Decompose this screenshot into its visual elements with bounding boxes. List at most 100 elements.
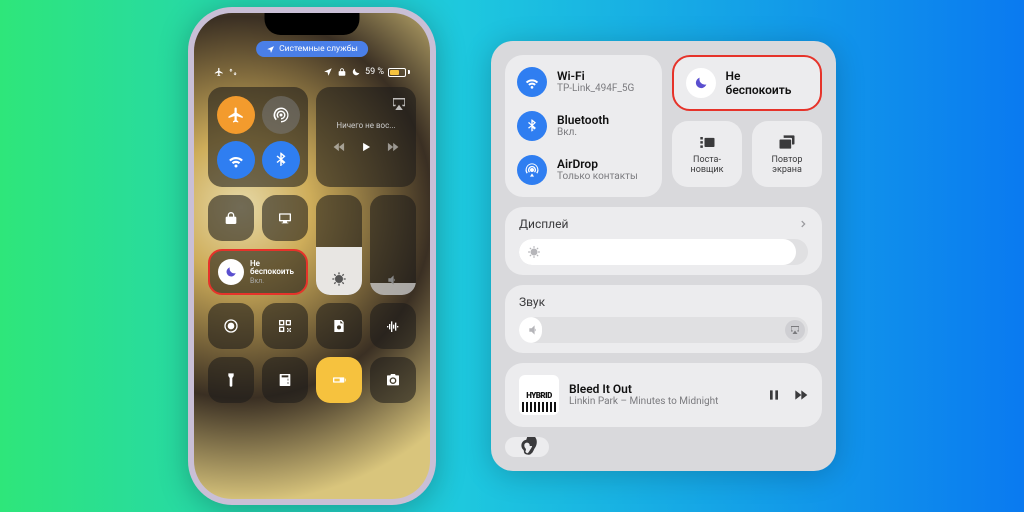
moon-icon bbox=[693, 75, 709, 91]
volume-icon bbox=[527, 323, 541, 337]
location-icon bbox=[266, 45, 275, 54]
track-title: Bleed It Out bbox=[569, 382, 756, 396]
sun-icon bbox=[331, 271, 347, 287]
screen-mirror-button[interactable]: Повтор экрана bbox=[752, 121, 822, 187]
track-artist: Linkin Park – Minutes to Midnight bbox=[569, 396, 756, 408]
camera-tile[interactable] bbox=[370, 357, 416, 403]
focus-tile[interactable]: Не беспокоить Вкл. bbox=[208, 249, 308, 295]
location-pill[interactable]: Системные службы bbox=[256, 41, 368, 57]
cellular-toggle[interactable] bbox=[262, 96, 300, 134]
lock-status-icon bbox=[337, 67, 347, 77]
now-playing-card[interactable]: HYBRID Bleed It Out Linkin Park – Minute… bbox=[505, 363, 822, 427]
bluetooth-row[interactable]: BluetoothВкл. bbox=[517, 111, 650, 141]
play-icon[interactable] bbox=[359, 140, 373, 154]
calculator-tile[interactable] bbox=[262, 357, 308, 403]
chevron-right-icon bbox=[798, 219, 808, 229]
wifi-title: Wi-Fi bbox=[557, 70, 634, 83]
camera-icon bbox=[385, 372, 401, 388]
quicknote-tile[interactable] bbox=[316, 303, 362, 349]
sun-icon bbox=[527, 245, 541, 259]
orientation-lock-tile[interactable] bbox=[208, 195, 254, 241]
stage-manager-button[interactable]: Поста- новщик bbox=[672, 121, 742, 187]
record-icon bbox=[223, 318, 239, 334]
volume-icon bbox=[386, 273, 400, 287]
wifi-icon bbox=[524, 74, 540, 90]
arrows-status-icon bbox=[228, 67, 238, 77]
torch-icon bbox=[223, 372, 239, 388]
iphone-frame: Системные службы 59 % Ничего не вос... bbox=[188, 7, 436, 505]
orientation-lock-icon bbox=[223, 210, 239, 226]
stage-icon bbox=[697, 132, 717, 152]
battery-icon bbox=[388, 68, 410, 77]
note-icon bbox=[331, 318, 347, 334]
bluetooth-toggle[interactable] bbox=[262, 141, 300, 179]
connectivity-group[interactable] bbox=[208, 87, 308, 187]
airplay-icon bbox=[789, 324, 801, 336]
wifi-sub: TP-Link_494F_5G bbox=[557, 83, 634, 94]
display-card[interactable]: Дисплей bbox=[505, 207, 822, 275]
connectivity-card[interactable]: Wi-FiTP-Link_494F_5G BluetoothВкл. AirDr… bbox=[505, 55, 662, 197]
calculator-icon bbox=[277, 372, 293, 388]
qr-tile[interactable] bbox=[262, 303, 308, 349]
pause-icon[interactable] bbox=[766, 387, 782, 403]
shazam-tile[interactable] bbox=[370, 303, 416, 349]
bluetooth-icon bbox=[272, 151, 290, 169]
iphone-screen: Системные службы 59 % Ничего не вос... bbox=[194, 13, 430, 499]
next-icon[interactable] bbox=[385, 140, 399, 154]
wifi-toggle[interactable] bbox=[217, 141, 255, 179]
battery-icon bbox=[331, 372, 347, 388]
hearing-button[interactable] bbox=[505, 437, 549, 457]
sound-label: Звук bbox=[519, 295, 545, 309]
next-icon[interactable] bbox=[792, 387, 808, 403]
airplay-icon[interactable] bbox=[390, 95, 408, 113]
dnd-label: Не беспокоить bbox=[726, 69, 808, 97]
bluetooth-icon bbox=[524, 118, 540, 134]
airdrop-icon bbox=[524, 162, 540, 178]
moon-badge bbox=[218, 259, 244, 285]
moon-status-icon bbox=[351, 67, 361, 77]
wifi-row[interactable]: Wi-FiTP-Link_494F_5G bbox=[517, 67, 650, 97]
display-label: Дисплей bbox=[519, 217, 568, 231]
screens-icon bbox=[777, 132, 797, 152]
ear-icon bbox=[517, 437, 537, 457]
wifi-icon bbox=[227, 151, 245, 169]
mirror-icon bbox=[277, 210, 293, 226]
loc-status-icon bbox=[323, 67, 333, 77]
status-bar: 59 % bbox=[194, 67, 430, 77]
volume-track[interactable] bbox=[519, 317, 808, 343]
prev-icon[interactable] bbox=[333, 140, 347, 154]
airplay-audio-button[interactable] bbox=[785, 320, 805, 340]
bt-sub: Вкл. bbox=[557, 127, 609, 138]
screen-record-tile[interactable] bbox=[208, 303, 254, 349]
sound-card[interactable]: Звук bbox=[505, 285, 822, 353]
airdrop-title: AirDrop bbox=[557, 158, 638, 171]
media-title: Ничего не вос... bbox=[336, 121, 395, 130]
battery-pct: 59 % bbox=[365, 67, 384, 77]
airplane-toggle[interactable] bbox=[217, 96, 255, 134]
media-widget[interactable]: Ничего не вос... bbox=[316, 87, 416, 187]
focus-state: Вкл. bbox=[250, 278, 298, 285]
brightness-track[interactable] bbox=[519, 239, 808, 265]
low-power-tile[interactable] bbox=[316, 357, 362, 403]
flashlight-tile[interactable] bbox=[208, 357, 254, 403]
stage-label: Поста- новщик bbox=[691, 156, 724, 176]
control-center-expanded: Wi-FiTP-Link_494F_5G BluetoothВкл. AirDr… bbox=[491, 41, 836, 471]
qr-icon bbox=[277, 318, 293, 334]
airplane-icon bbox=[227, 106, 245, 124]
notch bbox=[265, 13, 360, 35]
airplane-status-icon bbox=[214, 67, 224, 77]
cellular-icon bbox=[272, 106, 290, 124]
pill-label: Системные службы bbox=[279, 44, 358, 54]
wave-icon bbox=[385, 318, 401, 334]
bt-title: Bluetooth bbox=[557, 114, 609, 127]
volume-slider[interactable] bbox=[370, 195, 416, 295]
brightness-slider[interactable] bbox=[316, 195, 362, 295]
screen-mirror-tile[interactable] bbox=[262, 195, 308, 241]
airdrop-row[interactable]: AirDropТолько контакты bbox=[517, 155, 650, 185]
moon-icon bbox=[224, 265, 238, 279]
control-center: Ничего не вос... Не беспокоить Вкл. bbox=[208, 87, 416, 485]
album-art: HYBRID bbox=[519, 375, 559, 415]
focus-title: Не беспокоить bbox=[250, 260, 298, 276]
dnd-card[interactable]: Не беспокоить bbox=[672, 55, 822, 111]
airdrop-sub: Только контакты bbox=[557, 171, 638, 182]
